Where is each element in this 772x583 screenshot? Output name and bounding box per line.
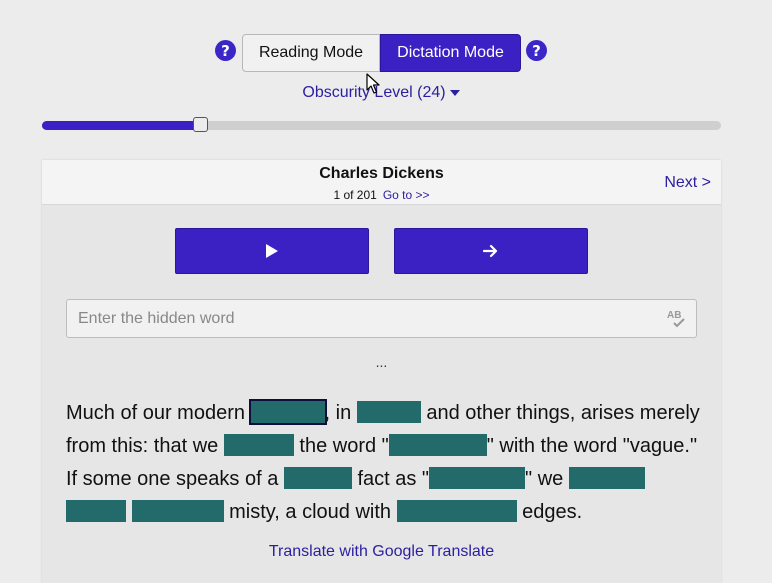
hidden-word-blank[interactable] — [429, 467, 526, 489]
obscurity-level-dropdown[interactable]: Obscurity Level (24) — [0, 84, 762, 102]
hidden-word-blank[interactable] — [283, 467, 352, 489]
arrow-right-icon — [483, 244, 498, 258]
play-button[interactable] — [175, 228, 369, 274]
hidden-word-blank[interactable] — [388, 434, 487, 456]
passage-segment: " we — [525, 468, 569, 490]
hidden-word-blank[interactable] — [356, 401, 421, 423]
mouse-cursor-icon — [366, 73, 380, 94]
passage-segment: misty, a cloud with — [223, 501, 397, 523]
passage-count: 1 of 201 — [333, 188, 377, 202]
hidden-word-blank[interactable] — [131, 500, 224, 522]
hidden-word-input[interactable] — [66, 299, 697, 338]
passage-text: Much of our modern , in and other things… — [66, 397, 706, 529]
card-header: Charles Dickens 1 of 201 Go to >> Next > — [42, 160, 721, 205]
reading-mode-button[interactable]: Reading Mode — [242, 34, 380, 72]
obscurity-slider[interactable] — [42, 117, 721, 132]
obscurity-slider-thumb[interactable] — [193, 117, 208, 132]
hidden-word-blank[interactable] — [223, 434, 294, 456]
next-word-button[interactable] — [394, 228, 588, 274]
dictation-help-icon[interactable]: ? — [526, 40, 547, 61]
passage-segment: fact as " — [351, 468, 430, 490]
hidden-word-blank[interactable] — [250, 401, 325, 423]
hidden-word-blank[interactable] — [396, 500, 517, 522]
passage-segment: edges. — [516, 501, 583, 523]
passage-segment: the word " — [293, 435, 389, 457]
dictation-card: Charles Dickens 1 of 201 Go to >> Next > … — [42, 160, 721, 583]
author-title: Charles Dickens — [319, 165, 444, 182]
passage-counter: 1 of 201 Go to >> — [42, 188, 721, 202]
google-translate-link[interactable]: Translate with Google Translate — [42, 543, 721, 561]
next-link[interactable]: Next > — [664, 174, 711, 192]
passage-segment: , in — [324, 402, 357, 424]
word-hint: ... — [375, 354, 388, 370]
svg-text:AB: AB — [667, 310, 681, 321]
caret-down-icon — [449, 89, 460, 96]
play-icon — [266, 244, 278, 258]
goto-link[interactable]: Go to >> — [383, 188, 430, 202]
dictation-mode-button[interactable]: Dictation Mode — [380, 34, 521, 72]
hidden-word-blank[interactable] — [66, 500, 126, 522]
spellcheck-icon[interactable]: AB — [666, 308, 688, 328]
passage-segment: Much of our modern — [66, 402, 251, 424]
hidden-word-blank[interactable] — [568, 467, 645, 489]
obscurity-slider-fill — [42, 121, 200, 130]
reading-help-icon[interactable]: ? — [215, 40, 236, 61]
